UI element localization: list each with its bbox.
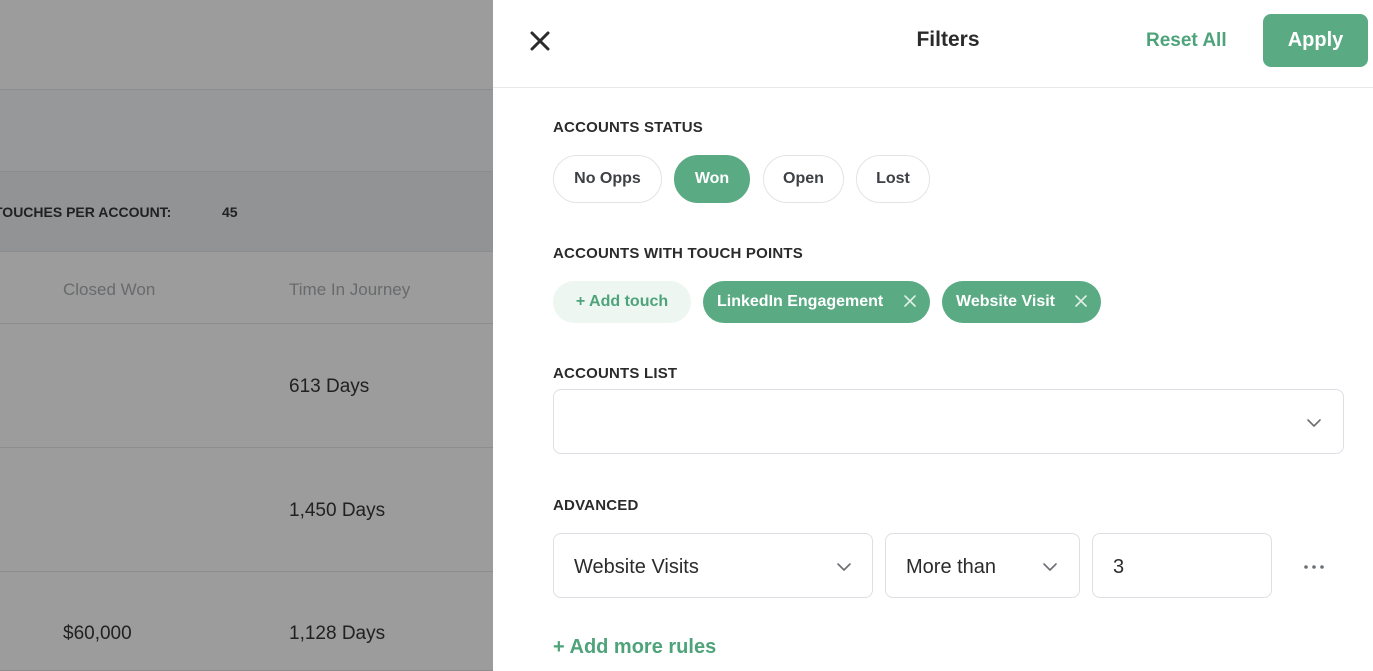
filters-header: Filters Reset All Apply [493, 0, 1373, 88]
modal-backdrop[interactable] [0, 0, 493, 671]
touch-points-label: ACCOUNTS WITH TOUCH POINTS [553, 245, 803, 262]
rule-value-text: 3 [1113, 556, 1125, 578]
chevron-down-icon [1043, 563, 1057, 571]
x-icon[interactable] [1074, 294, 1088, 308]
rule-metric-select[interactable]: Website Visits [553, 533, 873, 598]
reset-all-button[interactable]: Reset All [1146, 30, 1227, 52]
x-icon[interactable] [903, 294, 917, 308]
accounts-status-label: ACCOUNTS STATUS [553, 119, 703, 136]
panel-title: Filters [916, 28, 980, 51]
touch-tag-label: Website Visit [956, 293, 1055, 310]
rule-operator-value: More than [906, 556, 997, 578]
status-option-open[interactable]: Open [763, 155, 844, 203]
rule-metric-value: Website Visits [574, 556, 699, 578]
filters-panel: Filters Reset All Apply ACCOUNTS STATUS … [493, 0, 1373, 671]
rule-value-input[interactable]: 3 [1092, 533, 1272, 598]
rule-more-button[interactable] [1301, 556, 1329, 576]
chevron-down-icon [837, 563, 851, 571]
more-horizontal-icon [1304, 565, 1324, 569]
touch-tag-website-visit: Website Visit [942, 281, 1101, 323]
status-option-no-opps[interactable]: No Opps [553, 155, 662, 203]
add-touch-button[interactable]: + Add touch [553, 281, 691, 323]
accounts-list-select[interactable] [553, 389, 1344, 454]
status-option-won[interactable]: Won [674, 155, 750, 203]
apply-button[interactable]: Apply [1263, 14, 1368, 67]
status-option-lost[interactable]: Lost [856, 155, 930, 203]
touch-tag-linkedin-engagement: LinkedIn Engagement [703, 281, 930, 323]
add-more-rules-link[interactable]: + Add more rules [553, 636, 716, 659]
touch-tag-label: LinkedIn Engagement [717, 293, 884, 310]
rule-operator-select[interactable]: More than [885, 533, 1080, 598]
advanced-label: ADVANCED [553, 497, 639, 514]
chevron-down-icon [1307, 419, 1321, 427]
accounts-list-label: ACCOUNTS LIST [553, 365, 678, 382]
